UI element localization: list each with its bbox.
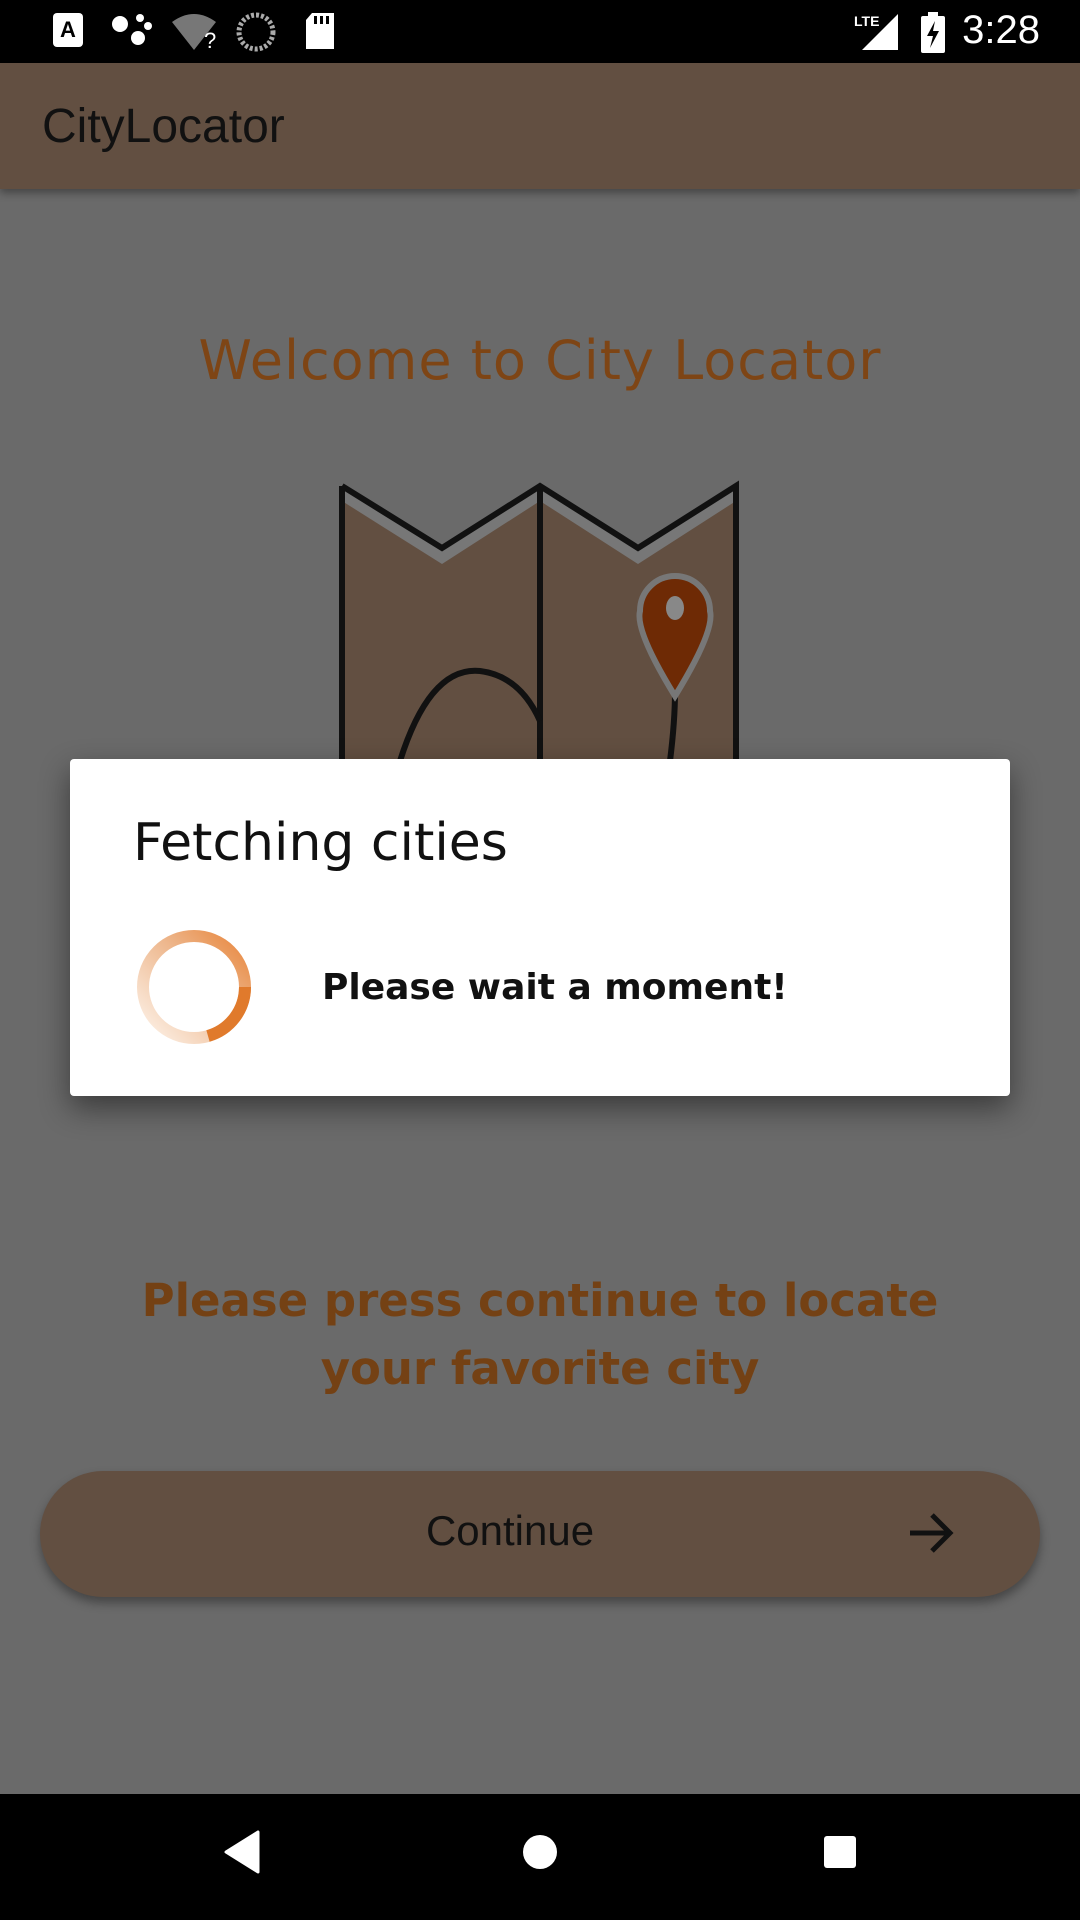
welcome-heading: Welcome to City Locator — [198, 329, 882, 392]
dots-icon — [112, 14, 152, 45]
svg-text:?: ? — [204, 28, 216, 52]
progress-dialog: Fetching cities Please wait a moment! — [70, 759, 1010, 1096]
wifi-question-icon: ? — [172, 14, 216, 52]
arrow-right-icon — [910, 1513, 954, 1553]
clock: 3:28 — [962, 8, 1040, 52]
a-icon: A — [53, 13, 83, 47]
navigation-bar — [0, 1794, 1080, 1920]
app-bar: CityLocator — [0, 63, 1080, 189]
home-icon[interactable] — [520, 1830, 560, 1874]
map-with-pin-icon — [339, 480, 739, 762]
status-bar: A ? LTE 3:28 — [0, 0, 1080, 63]
svg-text:LTE: LTE — [854, 13, 879, 29]
app-title: CityLocator — [42, 100, 285, 153]
dialog-title: Fetching cities — [133, 813, 508, 873]
svg-text:A: A — [60, 17, 76, 42]
sdcard-icon — [306, 13, 334, 49]
recents-icon[interactable] — [820, 1830, 860, 1874]
dialog-message: Please wait a moment! — [322, 967, 788, 1008]
continue-label: Continue — [425, 1507, 595, 1554]
back-icon[interactable] — [222, 1830, 262, 1874]
battery-charging-icon — [921, 12, 945, 53]
continue-button[interactable]: Continue — [40, 1471, 1040, 1597]
instruction-text: Please press continue to locate your fav… — [141, 1274, 939, 1395]
loading-spinner-icon — [137, 930, 251, 1044]
sync-icon — [236, 12, 276, 52]
lte-signal-icon: LTE — [854, 13, 898, 50]
